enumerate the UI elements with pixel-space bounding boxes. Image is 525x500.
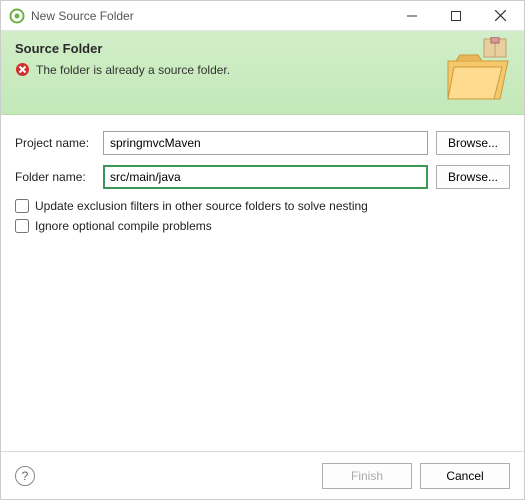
browse-project-button[interactable]: Browse... xyxy=(436,131,510,155)
window-title: New Source Folder xyxy=(31,9,390,23)
browse-folder-button[interactable]: Browse... xyxy=(436,165,510,189)
project-row: Project name: Browse... xyxy=(15,131,510,155)
finish-button[interactable]: Finish xyxy=(322,463,412,489)
status-row: The folder is already a source folder. xyxy=(15,62,510,77)
check-update-exclusion: Update exclusion filters in other source… xyxy=(15,199,510,213)
ignore-compile-checkbox[interactable] xyxy=(15,219,29,233)
folder-label: Folder name: xyxy=(15,170,103,184)
update-exclusion-label: Update exclusion filters in other source… xyxy=(35,199,368,213)
error-icon xyxy=(15,62,30,77)
window-controls xyxy=(390,2,522,30)
form-area: Project name: Browse... Folder name: Bro… xyxy=(1,115,524,255)
minimize-button[interactable] xyxy=(390,2,434,30)
status-message: The folder is already a source folder. xyxy=(36,63,230,77)
dialog-footer: ? Finish Cancel xyxy=(1,451,524,499)
folder-input[interactable] xyxy=(103,165,428,189)
eclipse-icon xyxy=(9,8,25,24)
folder-icon xyxy=(442,37,514,112)
update-exclusion-checkbox[interactable] xyxy=(15,199,29,213)
page-title: Source Folder xyxy=(15,41,510,56)
project-input[interactable] xyxy=(103,131,428,155)
titlebar: New Source Folder xyxy=(1,1,524,31)
project-label: Project name: xyxy=(15,136,103,150)
cancel-button[interactable]: Cancel xyxy=(420,463,510,489)
folder-row: Folder name: Browse... xyxy=(15,165,510,189)
dialog-header: Source Folder The folder is already a so… xyxy=(1,31,524,115)
help-icon[interactable]: ? xyxy=(15,466,35,486)
ignore-compile-label: Ignore optional compile problems xyxy=(35,219,212,233)
maximize-button[interactable] xyxy=(434,2,478,30)
close-button[interactable] xyxy=(478,2,522,30)
check-ignore-compile: Ignore optional compile problems xyxy=(15,219,510,233)
